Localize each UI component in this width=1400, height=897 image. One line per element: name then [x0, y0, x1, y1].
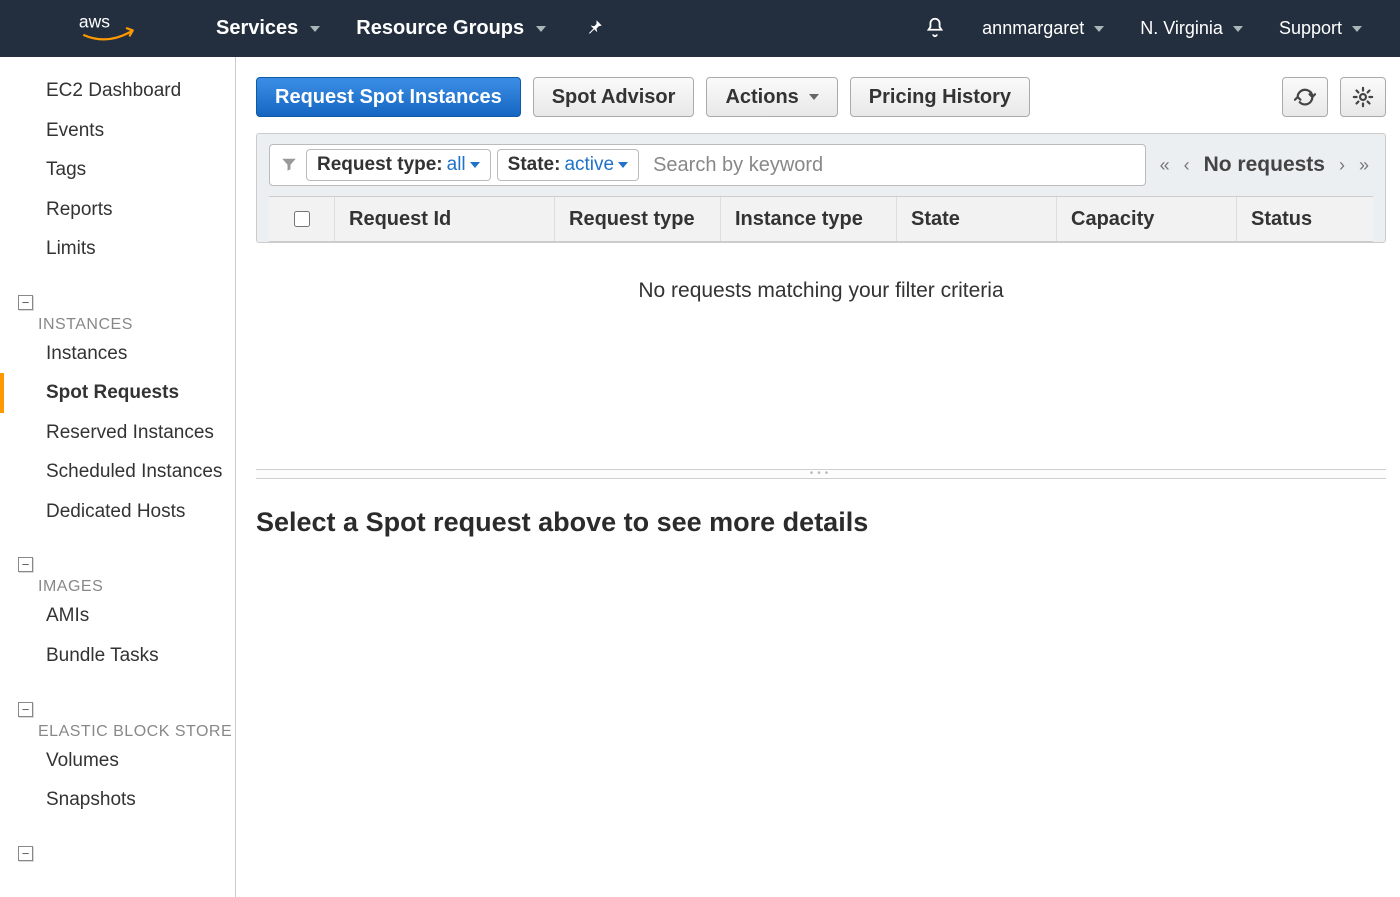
chevron-down-icon	[1233, 26, 1243, 32]
split-handle[interactable]: •••	[256, 469, 1386, 479]
nav-region[interactable]: N. Virginia	[1122, 18, 1261, 39]
filter-icon	[276, 155, 306, 176]
column-state[interactable]: State	[897, 197, 1057, 241]
nav-services-label: Services	[216, 17, 298, 40]
sidebar-group-instances-header: −	[0, 269, 235, 316]
table-empty-message: No requests matching your filter criteri…	[256, 243, 1386, 463]
sidebar-group-next-header: −	[0, 820, 235, 867]
bell-icon	[924, 16, 946, 38]
nav-pin-button[interactable]	[564, 18, 626, 39]
refresh-icon	[1294, 86, 1316, 108]
pin-icon	[586, 18, 604, 36]
collapse-toggle[interactable]: −	[18, 846, 33, 861]
filter-pill-state[interactable]: State: active	[497, 149, 639, 181]
filter-panel: Request type: all State: active « ‹ No r…	[256, 133, 1386, 243]
sidebar-item-bundle-tasks[interactable]: Bundle Tasks	[0, 636, 235, 676]
pager-last-button[interactable]: »	[1359, 155, 1369, 176]
chevron-down-icon	[618, 162, 628, 168]
search-input[interactable]	[645, 154, 1139, 177]
sidebar-group-ebs-header: −	[0, 676, 235, 723]
sidebar: EC2 Dashboard Events Tags Reports Limits…	[0, 57, 236, 897]
sidebar-item-reserved-instances[interactable]: Reserved Instances	[0, 413, 235, 453]
chevron-down-icon	[809, 94, 819, 100]
spot-advisor-button[interactable]: Spot Advisor	[533, 77, 695, 117]
pager-next-button[interactable]: ›	[1339, 155, 1345, 176]
sidebar-item-amis[interactable]: AMIs	[0, 596, 235, 636]
gear-icon	[1352, 86, 1374, 108]
filter-box: Request type: all State: active	[269, 144, 1146, 186]
sidebar-item-spot-requests[interactable]: Spot Requests	[0, 373, 235, 413]
column-status[interactable]: Status	[1237, 197, 1373, 241]
table-header-row: Request Id Request type Instance type St…	[269, 196, 1373, 242]
pager-first-button[interactable]: «	[1160, 155, 1170, 176]
nav-support-label: Support	[1279, 18, 1342, 39]
filter-pill-request-type[interactable]: Request type: all	[306, 149, 491, 181]
sidebar-item-scheduled-instances[interactable]: Scheduled Instances	[0, 452, 235, 492]
sidebar-group-images-title: IMAGES	[10, 578, 235, 596]
sidebar-item-tags[interactable]: Tags	[0, 150, 235, 190]
collapse-toggle[interactable]: −	[18, 702, 33, 717]
filter-pill-request-type-label: Request type:	[317, 154, 443, 176]
chevron-down-icon	[310, 26, 320, 32]
detail-prompt: Select a Spot request above to see more …	[256, 479, 1386, 538]
pricing-history-button[interactable]: Pricing History	[850, 77, 1030, 117]
column-instance-type[interactable]: Instance type	[721, 197, 897, 241]
main-content: Request Spot Instances Spot Advisor Acti…	[236, 57, 1400, 897]
nav-services[interactable]: Services	[198, 0, 338, 57]
nav-region-label: N. Virginia	[1140, 18, 1223, 39]
chevron-down-icon	[470, 162, 480, 168]
chevron-down-icon	[1352, 26, 1362, 32]
filter-pill-request-type-value: all	[447, 154, 466, 176]
toolbar: Request Spot Instances Spot Advisor Acti…	[256, 77, 1386, 117]
pager-prev-button[interactable]: ‹	[1184, 155, 1190, 176]
svg-text:aws: aws	[79, 13, 110, 32]
sidebar-item-limits[interactable]: Limits	[0, 229, 235, 269]
pager: « ‹ No requests › »	[1156, 153, 1373, 177]
actions-button[interactable]: Actions	[706, 77, 837, 117]
nav-notifications[interactable]	[906, 16, 964, 41]
sidebar-group-ebs-title: ELASTIC BLOCK STORE	[10, 723, 235, 741]
nav-resource-groups[interactable]: Resource Groups	[338, 0, 564, 57]
settings-button[interactable]	[1340, 77, 1386, 117]
request-spot-instances-button[interactable]: Request Spot Instances	[256, 77, 521, 117]
nav-user-label: annmargaret	[982, 18, 1084, 39]
sidebar-item-reports[interactable]: Reports	[0, 190, 235, 230]
collapse-toggle[interactable]: −	[18, 557, 33, 572]
nav-user[interactable]: annmargaret	[964, 18, 1122, 39]
aws-logo[interactable]: aws	[78, 13, 138, 45]
filter-pill-state-value: active	[564, 154, 614, 176]
drag-handle-icon: •••	[810, 472, 833, 476]
sidebar-item-ec2-dashboard[interactable]: EC2 Dashboard	[0, 71, 235, 111]
nav-resource-groups-label: Resource Groups	[356, 17, 524, 40]
sidebar-item-volumes[interactable]: Volumes	[0, 741, 235, 781]
collapse-toggle[interactable]: −	[18, 295, 33, 310]
pager-label: No requests	[1204, 153, 1325, 177]
sidebar-group-instances-title: INSTANCES	[10, 316, 235, 334]
select-all-checkbox[interactable]	[294, 211, 310, 227]
top-nav: aws Services Resource Groups annmargaret…	[0, 0, 1400, 57]
sidebar-group-images-header: −	[0, 531, 235, 578]
column-capacity[interactable]: Capacity	[1057, 197, 1237, 241]
column-request-id[interactable]: Request Id	[335, 197, 555, 241]
sidebar-item-snapshots[interactable]: Snapshots	[0, 780, 235, 820]
column-checkbox	[269, 197, 335, 241]
nav-support[interactable]: Support	[1261, 18, 1380, 39]
sidebar-item-dedicated-hosts[interactable]: Dedicated Hosts	[0, 492, 235, 532]
sidebar-item-events[interactable]: Events	[0, 111, 235, 151]
column-request-type[interactable]: Request type	[555, 197, 721, 241]
chevron-down-icon	[1094, 26, 1104, 32]
sidebar-item-instances[interactable]: Instances	[0, 334, 235, 374]
actions-button-label: Actions	[725, 86, 798, 109]
filter-pill-state-label: State:	[508, 154, 561, 176]
chevron-down-icon	[536, 26, 546, 32]
refresh-button[interactable]	[1282, 77, 1328, 117]
